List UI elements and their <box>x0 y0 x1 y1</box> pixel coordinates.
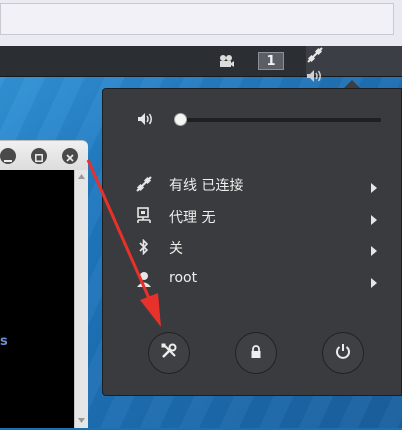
volume-icon <box>137 111 155 131</box>
menu-item-label: 有线 已连接 <box>169 178 244 194</box>
menu-item-label: 代理 无 <box>169 210 216 226</box>
workspace-number: 1 <box>266 53 276 69</box>
network-wired-icon <box>306 46 330 68</box>
network-wired-icon <box>135 174 153 194</box>
menu-item-wired-network[interactable]: 有线 已连接 <box>103 172 402 196</box>
minimize-button[interactable] <box>0 148 16 164</box>
user-icon <box>135 269 153 289</box>
chevron-right-icon <box>371 273 377 292</box>
terminal-window: s <box>0 140 88 430</box>
browser-toolbar <box>0 3 394 35</box>
maximize-icon <box>35 147 43 166</box>
proxy-icon <box>135 206 153 226</box>
menu-item-proxy[interactable]: 代理 无 <box>103 204 402 228</box>
settings-tools-icon <box>160 342 178 364</box>
chevron-right-icon <box>371 178 377 197</box>
terminal-text: s <box>0 334 8 349</box>
lock-icon <box>250 344 262 363</box>
terminal-titlebar[interactable] <box>0 140 88 171</box>
workspace-indicator[interactable]: 1 <box>258 52 284 70</box>
system-status-area[interactable] <box>306 46 402 121</box>
volume-icon <box>306 68 328 87</box>
close-button[interactable] <box>62 148 78 164</box>
maximize-button[interactable] <box>31 148 47 164</box>
power-icon <box>335 343 351 363</box>
bluetooth-icon <box>135 237 153 257</box>
volume-slider-knob[interactable] <box>174 113 187 126</box>
camera-icon[interactable] <box>214 46 238 76</box>
menu-item-label: 关 <box>169 241 183 257</box>
volume-slider[interactable] <box>175 118 381 122</box>
close-icon <box>66 147 74 166</box>
menu-item-label: root <box>169 270 198 286</box>
lock-screen-button[interactable] <box>235 332 277 374</box>
system-status-menu: 有线 已连接 代理 无 关 root <box>102 88 402 396</box>
menu-item-bluetooth[interactable]: 关 <box>103 235 402 259</box>
terminal-content[interactable]: s <box>0 170 74 428</box>
terminal-scrollbar[interactable] <box>74 170 88 428</box>
chevron-right-icon <box>371 241 377 260</box>
menu-item-user[interactable]: root <box>103 267 402 291</box>
browser-top-strip <box>0 0 402 46</box>
chevron-right-icon <box>371 210 377 229</box>
scroll-down-icon <box>78 418 85 423</box>
settings-button[interactable] <box>148 332 190 374</box>
scroll-up-icon <box>78 174 85 179</box>
power-off-button[interactable] <box>322 332 364 374</box>
minimize-icon <box>4 147 12 166</box>
